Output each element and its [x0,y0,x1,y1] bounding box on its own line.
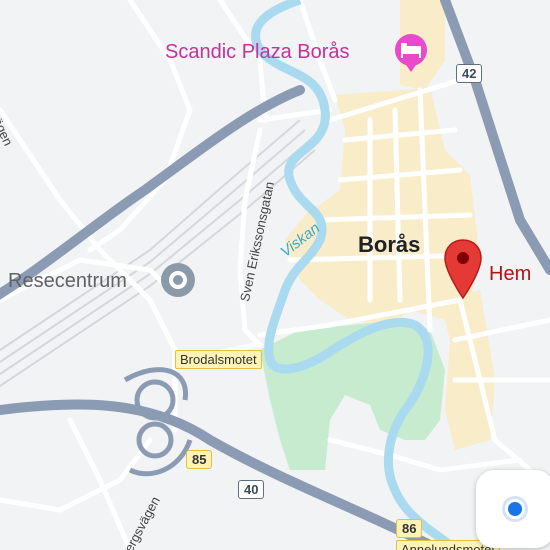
home-label[interactable]: Hem [489,264,531,284]
map-view[interactable]: Scandic Plaza Borås 42 vägen Sven Erikss… [0,0,550,550]
hotel-bed-icon[interactable] [390,32,432,79]
city-label[interactable]: Borås [358,234,420,256]
downtown-area-south [440,290,495,450]
transit-station-icon[interactable] [160,262,196,303]
route-85-badge: 85 [186,450,213,469]
my-location-icon [505,499,525,519]
route-40-badge: 40 [238,480,265,499]
route-86-badge: 86 [396,519,423,538]
station-label[interactable]: Resecentrum [8,271,127,291]
red-location-pin-icon[interactable] [443,238,483,307]
route-42-badge: 42 [456,64,483,83]
my-location-button[interactable] [476,470,550,548]
hotel-label[interactable]: Scandic Plaza Borås [165,42,350,62]
junction-brodalsmotet: Brodalsmotet [175,350,262,369]
